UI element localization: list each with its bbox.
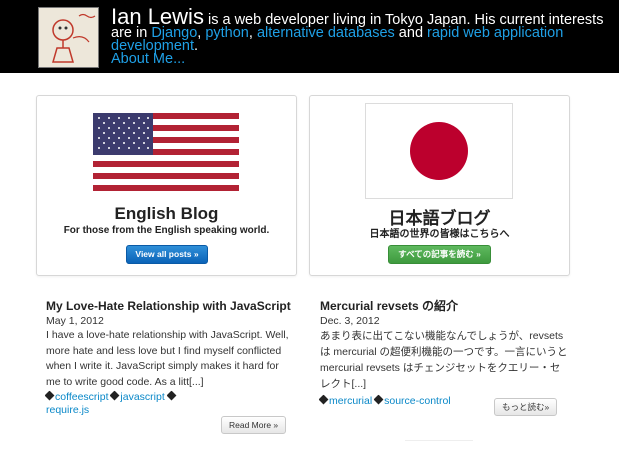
read-more-button[interactable]: もっと読む» <box>494 398 558 416</box>
tag-link[interactable]: require.js <box>46 404 89 416</box>
japanese-blog-card: 日本語ブログ 日本語の世界の皆様はこちらへ すべての記事を読む » <box>309 95 570 276</box>
bio-separator: and <box>394 25 428 41</box>
bio-text: Ian Lewis is a web developer living in T… <box>111 6 611 67</box>
tag-link[interactable]: mercurial <box>329 395 372 407</box>
us-flag-icon <box>93 113 239 191</box>
post-title[interactable]: Mercurial revsets の紹介 <box>320 297 570 315</box>
avatar-drawing-icon <box>39 8 98 67</box>
english-blog-card: English Blog For those from the English … <box>36 95 297 276</box>
post-excerpt: I have a love-hate relationship with Jav… <box>46 329 289 388</box>
alternative-databases-link[interactable]: alternative databases <box>257 25 395 41</box>
python-link[interactable]: python <box>205 25 249 41</box>
tag-icon <box>318 394 329 405</box>
tag-link[interactable]: coffeescript <box>55 391 109 403</box>
bio-separator: , <box>248 25 257 41</box>
about-me-link[interactable]: About Me... <box>111 51 185 67</box>
avatar[interactable] <box>38 7 99 68</box>
tag-link[interactable]: source-control <box>384 395 451 407</box>
english-blog-title[interactable]: English Blog <box>37 204 296 224</box>
japanese-latest-post: Mercurial revsets の紹介 Dec. 3, 2012 あまり表に… <box>318 297 570 408</box>
tag-icon <box>166 390 177 401</box>
site-header: Ian Lewis is a web developer living in T… <box>0 0 619 73</box>
tag-icon <box>373 394 384 405</box>
read-all-articles-button[interactable]: すべての記事を読む » <box>388 245 491 264</box>
english-latest-post: My Love-Hate Relationship with JavaScrip… <box>44 297 291 417</box>
japanese-blog-subtitle: 日本語の世界の皆様はこちらへ <box>369 229 510 240</box>
tag-icon <box>44 390 55 401</box>
post-excerpt: あまり表に出てこない機能なんでしょうが、revsetsは mercurial の… <box>320 330 568 390</box>
bio-period: . <box>194 38 199 54</box>
tag-icon <box>109 390 120 401</box>
japan-flag-icon <box>365 103 513 199</box>
post-title[interactable]: My Love-Hate Relationship with JavaScrip… <box>46 297 291 315</box>
post-tags: coffeescript javascript require.js <box>44 390 291 417</box>
read-more-button[interactable]: Read More » <box>221 416 287 434</box>
post-date: Dec. 3, 2012 <box>320 315 380 327</box>
divider <box>405 440 473 441</box>
english-blog-subtitle: For those from the English speaking worl… <box>63 225 270 236</box>
tag-link[interactable]: javascript <box>120 391 164 403</box>
post-date: May 1, 2012 <box>46 315 104 327</box>
view-all-posts-button[interactable]: View all posts » <box>126 245 208 264</box>
